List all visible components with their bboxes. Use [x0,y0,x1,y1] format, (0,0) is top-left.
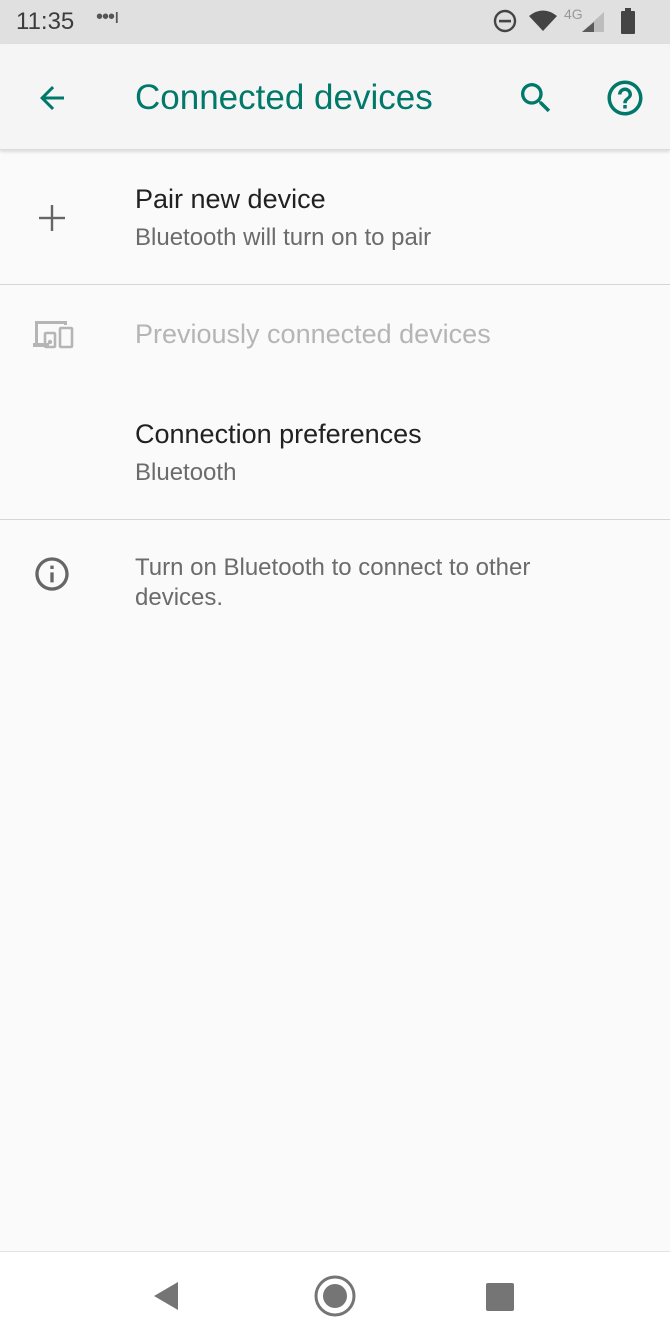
back-arrow-icon[interactable] [34,80,70,116]
connection-preferences-item[interactable]: Connection preferences Bluetooth [0,385,670,519]
item-subtitle: Bluetooth [135,459,237,486]
app-bar: Connected devices [0,44,670,150]
recents-square-icon[interactable] [484,1281,516,1313]
wifi-icon [529,10,557,31]
info-icon [35,557,69,591]
page-title: Connected devices [135,78,433,117]
status-bar: 11:35 •••ı 4G [0,0,670,44]
navigation-bar [0,1251,670,1341]
item-title: Previously connected devices [135,319,491,349]
plus-icon [39,205,65,231]
search-icon[interactable] [516,78,556,118]
info-text: Turn on Bluetooth to connect to other de… [135,554,531,611]
do-not-disturb-icon [493,9,517,33]
item-title: Connection preferences [135,419,422,449]
cellular-signal-icon [582,12,604,32]
previously-connected-devices-item: Previously connected devices [0,285,670,385]
devices-icon [33,321,74,349]
help-icon[interactable] [604,77,646,119]
battery-icon [621,8,635,34]
status-time: 11:35 [16,8,75,35]
info-footer: Turn on Bluetooth to connect to other de… [0,520,670,630]
status-icons: 4G [492,6,652,36]
notification-dots: •••ı [96,6,120,28]
home-circle-icon[interactable] [313,1274,357,1318]
back-triangle-icon[interactable] [150,1278,184,1314]
item-subtitle: Bluetooth will turn on to pair [135,224,432,251]
pair-new-device-item[interactable]: Pair new device Bluetooth will turn on t… [0,150,670,284]
item-title: Pair new device [135,184,326,214]
